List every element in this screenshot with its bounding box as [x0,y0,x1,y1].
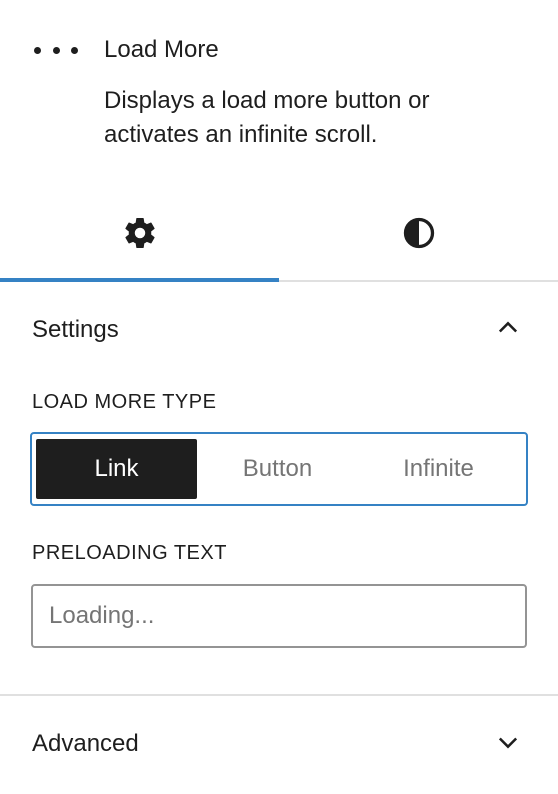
block-description: Displays a load more button or activates… [104,87,430,148]
ellipsis-icon [34,38,78,62]
toggle-option-link[interactable]: Link [36,439,197,499]
chevron-down-icon [494,728,522,761]
section-divider [0,694,558,696]
preloading-text-input[interactable] [31,584,527,648]
chevron-up-icon [494,314,522,347]
inspector-tabs [0,190,558,282]
advanced-panel-title: Advanced [32,730,139,757]
settings-panel-toggle[interactable]: Settings [0,290,558,370]
toggle-option-button[interactable]: Button [197,439,358,499]
load-more-type-label: LOAD MORE TYPE [32,391,217,413]
block-title: Load More [104,36,219,63]
tab-settings[interactable] [0,190,279,282]
advanced-panel-toggle[interactable]: Advanced [0,704,558,784]
load-more-type-toggle-group: Link Button Infinite [30,432,528,506]
toggle-option-infinite[interactable]: Infinite [358,439,519,499]
block-inspector-panel: Load More Displays a load more button or… [0,0,558,794]
preloading-text-label: PRELOADING TEXT [32,542,227,564]
settings-panel-title: Settings [32,316,119,343]
block-card: Load More Displays a load more button or… [0,0,558,190]
gear-icon [122,215,158,256]
tab-styles[interactable] [279,190,558,280]
contrast-icon [401,215,437,256]
